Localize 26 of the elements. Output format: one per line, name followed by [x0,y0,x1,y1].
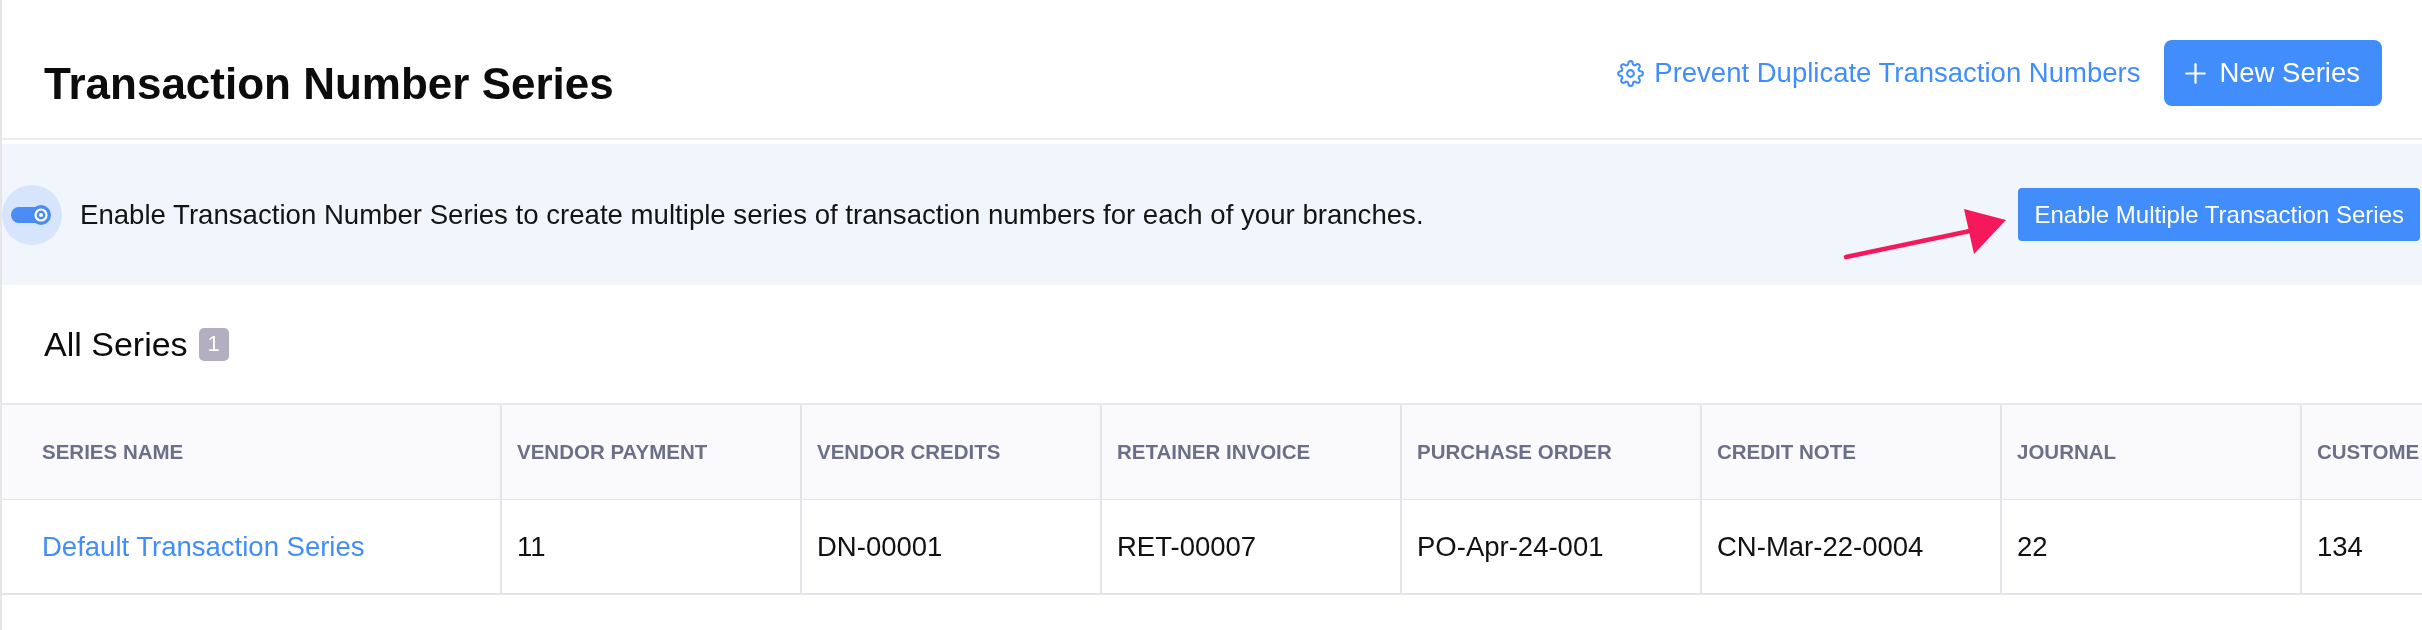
column-header: RETAINER INVOICE [1102,405,1402,500]
settings-icon [1617,59,1645,87]
page-title: Transaction Number Series [44,58,614,110]
banner-message: Enable Transaction Number Series to create multiple series of transaction numbers for each of your branches. [80,198,1424,231]
table-cell: DN-00001 [802,500,1102,595]
table-cell: RET-00007 [1102,500,1402,595]
settings-link[interactable]: Prevent Duplicate Transaction Numbers [1617,57,2141,89]
enable-series-button[interactable]: Enable Multiple Transaction Series [2018,188,2420,241]
table-cell: CN-Mar-22-0004 [1702,500,2002,595]
column-header: CREDIT NOTE [1702,405,2002,500]
column-header: CUSTOME [2302,405,2422,500]
section-title: All Series [44,324,188,364]
column-header: VENDOR PAYMENT [502,405,802,500]
table-cell: PO-Apr-24-001 [1402,500,1702,595]
series-name-link[interactable]: Default Transaction Series [42,530,365,563]
count-badge: 1 [198,327,229,361]
column-header: JOURNAL [2002,405,2302,500]
column-header: PURCHASE ORDER [1402,405,1702,500]
table-cell: 11 [502,500,802,595]
new-series-button[interactable]: New Series [2164,40,2382,106]
toggle-icon [2,184,62,245]
table-cell: 134 [2302,500,2422,595]
column-header: VENDOR CREDITS [802,405,1102,500]
plus-icon [2185,62,2207,84]
column-header: SERIES NAME [2,405,502,500]
table-cell: 22 [2002,500,2302,595]
